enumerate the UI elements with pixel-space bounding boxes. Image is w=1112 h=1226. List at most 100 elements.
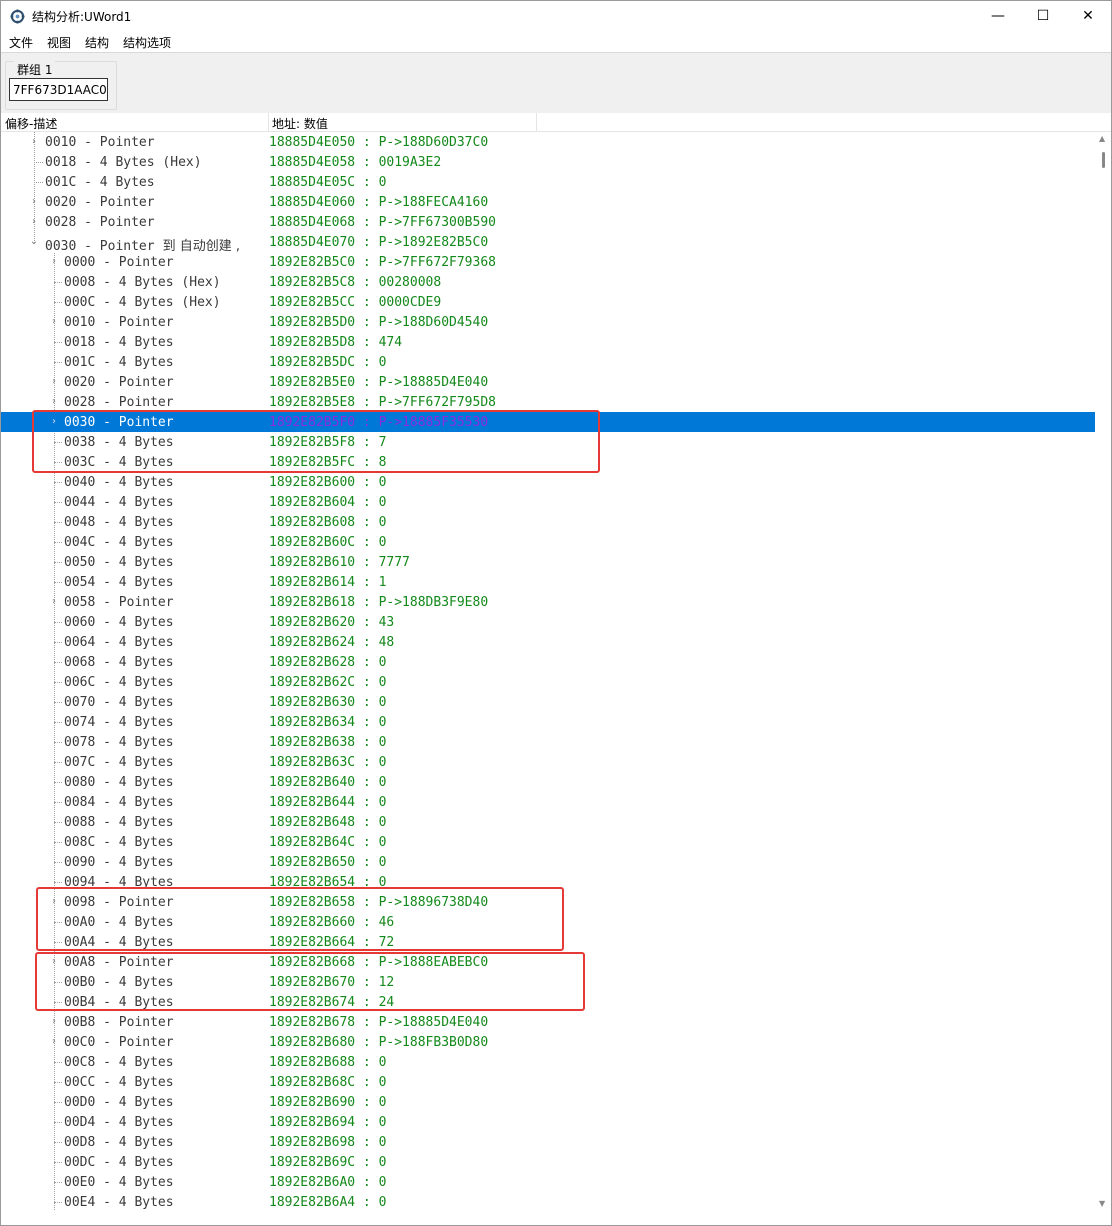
tree-row[interactable]: 0064 - 4 Bytes 1892E82B624 : 48 (1, 632, 1095, 652)
tree-row[interactable]: › 00C0 - Pointer 1892E82B680 : P->188FB3B0… (1, 1032, 1095, 1052)
tree-row[interactable]: 007C - 4 Bytes 1892E82B63C : 0 (1, 752, 1095, 772)
value-separator: : (355, 1195, 379, 1210)
chevron-right-icon[interactable]: › (49, 397, 59, 407)
tree-row[interactable]: 0048 - 4 Bytes 1892E82B608 : 0 (1, 512, 1095, 532)
tree-row[interactable]: 0050 - 4 Bytes 1892E82B610 : 7777 (1, 552, 1095, 572)
tree-row[interactable]: › 00B8 - Pointer 1892E82B678 : P->18885D4E… (1, 1012, 1095, 1032)
tree-row[interactable]: 004C - 4 Bytes 1892E82B60C : 0 (1, 532, 1095, 552)
chevron-down-icon[interactable]: ⌄ (29, 237, 39, 247)
chevron-right-icon[interactable]: › (49, 1017, 59, 1027)
menu-structure-options[interactable]: 结构选项 (123, 34, 171, 51)
chevron-right-icon[interactable]: › (49, 597, 59, 607)
tree-row[interactable]: › 0028 - Pointer 18885D4E068 : P->7FF67300… (1, 212, 1095, 232)
minimize-button[interactable]: — (975, 1, 1021, 31)
address: 1892E82B5FC (269, 455, 356, 470)
chevron-right-icon[interactable]: › (49, 957, 59, 967)
tree-row[interactable]: 000C - 4 Bytes (Hex) 1892E82B5CC : 0000CD… (1, 292, 1095, 312)
tree-row[interactable]: 001C - 4 Bytes 1892E82B5DC : 0 (1, 352, 1095, 372)
column-address-value[interactable]: 地址: 数值 (272, 115, 328, 132)
menu-file[interactable]: 文件 (9, 34, 33, 51)
column-divider[interactable] (268, 113, 269, 131)
tree-row[interactable]: 0070 - 4 Bytes 1892E82B630 : 0 (1, 692, 1095, 712)
chevron-right-icon[interactable]: › (29, 197, 39, 207)
tree-row[interactable]: 0094 - 4 Bytes 1892E82B654 : 0 (1, 872, 1095, 892)
tree-row[interactable]: 0068 - 4 Bytes 1892E82B628 : 0 (1, 652, 1095, 672)
tree-row[interactable]: › 00A8 - Pointer 1892E82B668 : P->1888EABE… (1, 952, 1095, 972)
tree-row[interactable]: 0080 - 4 Bytes 1892E82B640 : 0 (1, 772, 1095, 792)
chevron-right-icon[interactable]: › (49, 1037, 59, 1047)
tree-row[interactable]: › 0010 - Pointer 1892E82B5D0 : P->188D60D4… (1, 312, 1095, 332)
tree-row[interactable]: 00DC - 4 Bytes 1892E82B69C : 0 (1, 1152, 1095, 1172)
tree-row[interactable]: 0008 - 4 Bytes (Hex) 1892E82B5C8 : 002800… (1, 272, 1095, 292)
offset-separator: - (95, 335, 119, 350)
tree-row[interactable]: 0074 - 4 Bytes 1892E82B634 : 0 (1, 712, 1095, 732)
tree-row[interactable]: › 0028 - Pointer 1892E82B5E8 : P->7FF672F7… (1, 392, 1095, 412)
tree-row[interactable]: 0054 - 4 Bytes 1892E82B614 : 1 (1, 572, 1095, 592)
tree-connector (54, 342, 62, 343)
tree-row[interactable]: 0044 - 4 Bytes 1892E82B604 : 0 (1, 492, 1095, 512)
tree-row[interactable]: 0040 - 4 Bytes 1892E82B600 : 0 (1, 472, 1095, 492)
tree-row[interactable]: 00E4 - 4 Bytes 1892E82B6A4 : 0 (1, 1192, 1095, 1210)
chevron-right-icon[interactable]: › (49, 897, 59, 907)
tree-row[interactable]: 00B4 - 4 Bytes 1892E82B674 : 24 (1, 992, 1095, 1012)
tree-row[interactable]: › 0058 - Pointer 1892E82B618 : P->188DB3F9… (1, 592, 1095, 612)
tree-row[interactable]: › 0010 - Pointer 18885D4E050 : P->188D60D3… (1, 132, 1095, 152)
value: 48 (378, 635, 395, 650)
tree-row[interactable]: 0088 - 4 Bytes 1892E82B648 : 0 (1, 812, 1095, 832)
tree-row[interactable]: › 0020 - Pointer 1892E82B5E0 : P->18885D4E… (1, 372, 1095, 392)
value-separator: : (355, 375, 379, 390)
offset-description: 0008 - 4 Bytes (Hex) (64, 275, 221, 290)
tree-row[interactable]: 00C8 - 4 Bytes 1892E82B688 : 0 (1, 1052, 1095, 1072)
column-offset-description[interactable]: 偏移-描述 (5, 115, 57, 132)
tree-row[interactable]: 00A4 - 4 Bytes 1892E82B664 : 72 (1, 932, 1095, 952)
tree-row[interactable]: › 0020 - Pointer 18885D4E060 : P->188FECA4… (1, 192, 1095, 212)
tree-row[interactable]: 0018 - 4 Bytes 1892E82B5D8 : 474 (1, 332, 1095, 352)
scroll-down-arrow-icon[interactable]: ▼ (1099, 1199, 1105, 1208)
tree-row[interactable]: 003C - 4 Bytes 1892E82B5FC : 8 (1, 452, 1095, 472)
tree-row[interactable]: › 0030 - Pointer 1892E82B5F0 : P->18885F35… (1, 412, 1095, 432)
tree-row[interactable]: 00D8 - 4 Bytes 1892E82B698 : 0 (1, 1132, 1095, 1152)
tree-row[interactable]: 001C - 4 Bytes 18885D4E05C : 0 (1, 172, 1095, 192)
chevron-right-icon[interactable]: › (49, 377, 59, 387)
tree-row[interactable]: 0078 - 4 Bytes 1892E82B638 : 0 (1, 732, 1095, 752)
column-divider[interactable] (536, 113, 537, 131)
tree-row[interactable]: › 0098 - Pointer 1892E82B658 : P->18896738… (1, 892, 1095, 912)
scroll-up-arrow-icon[interactable]: ▲ (1099, 134, 1105, 143)
maximize-button[interactable]: ☐ (1020, 1, 1066, 31)
address: 1892E82B680 (269, 1035, 356, 1050)
chevron-right-icon[interactable]: › (49, 317, 59, 327)
tree-row[interactable]: 0090 - 4 Bytes 1892E82B650 : 0 (1, 852, 1095, 872)
tree-row[interactable]: 006C - 4 Bytes 1892E82B62C : 0 (1, 672, 1095, 692)
title-bar[interactable]: 结构分析:UWord1 — ☐ ✕ (1, 1, 1111, 31)
vertical-scrollbar[interactable]: ▲ ▼ (1095, 132, 1111, 1210)
close-button[interactable]: ✕ (1065, 1, 1111, 31)
chevron-right-icon[interactable]: › (29, 137, 39, 147)
tree-row[interactable]: 00E0 - 4 Bytes 1892E82B6A0 : 0 (1, 1172, 1095, 1192)
tree-row[interactable]: 00D0 - 4 Bytes 1892E82B690 : 0 (1, 1092, 1095, 1112)
tree-row[interactable]: 00CC - 4 Bytes 1892E82B68C : 0 (1, 1072, 1095, 1092)
structure-tree[interactable]: › 0010 - Pointer 18885D4E050 : P->188D60D3… (1, 132, 1095, 1210)
address-value: 1892E82B638 : 0 (269, 735, 386, 750)
chevron-right-icon[interactable]: › (29, 217, 39, 227)
tree-row[interactable]: 0018 - 4 Bytes (Hex) 18885D4E058 : 0019A3… (1, 152, 1095, 172)
tree-row[interactable]: 0060 - 4 Bytes 1892E82B620 : 43 (1, 612, 1095, 632)
menu-view[interactable]: 视图 (47, 34, 71, 51)
tree-connector (54, 842, 62, 843)
tree-connector (54, 1102, 62, 1103)
chevron-right-icon[interactable]: › (49, 417, 59, 427)
menu-structure[interactable]: 结构 (85, 34, 109, 51)
tree-row[interactable]: 0038 - 4 Bytes 1892E82B5F8 : 7 (1, 432, 1095, 452)
address: 1892E82B5D0 (269, 315, 356, 330)
tree-row[interactable]: 00D4 - 4 Bytes 1892E82B694 : 0 (1, 1112, 1095, 1132)
tree-row[interactable]: 008C - 4 Bytes 1892E82B64C : 0 (1, 832, 1095, 852)
tree-row[interactable]: 00A0 - 4 Bytes 1892E82B660 : 46 (1, 912, 1095, 932)
tree-row[interactable]: ⌄ 0030 - Pointer 到 自动创建 , 18885D4E070 : P->… (1, 232, 1095, 254)
offset-description: 00C8 - 4 Bytes (64, 1055, 174, 1070)
tree-row[interactable]: 00B0 - 4 Bytes 1892E82B670 : 12 (1, 972, 1095, 992)
tree-row[interactable]: 0084 - 4 Bytes 1892E82B644 : 0 (1, 792, 1095, 812)
tree-row[interactable]: › 0000 - Pointer 1892E82B5C0 : P->7FF672F7… (1, 252, 1095, 272)
offset: 00B8 (64, 1015, 96, 1030)
scrollbar-thumb[interactable] (1102, 152, 1105, 168)
base-address-field[interactable]: 7FF673D1AAC0 (9, 78, 108, 101)
chevron-right-icon[interactable]: › (49, 257, 59, 267)
